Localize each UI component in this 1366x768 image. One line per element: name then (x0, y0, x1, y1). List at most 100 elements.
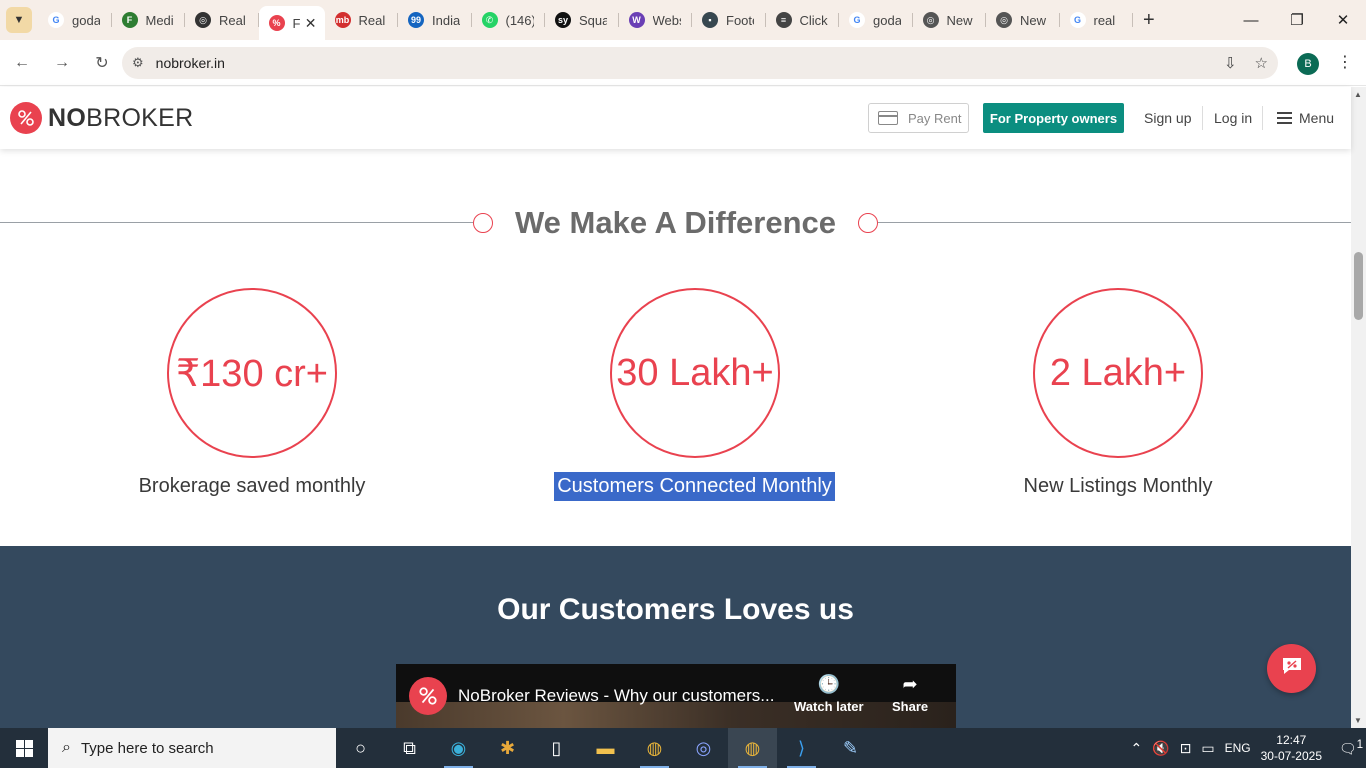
slack-icon[interactable]: ✱ (483, 728, 532, 768)
reload-button[interactable]: ↻ (84, 53, 120, 73)
site-info-icon[interactable]: ⚙ (132, 55, 144, 71)
app-launcher-icon[interactable]: ◎ (679, 728, 728, 768)
profile-avatar[interactable]: B (1297, 53, 1319, 75)
share-button[interactable]: ➦ Share (892, 674, 928, 714)
reviews-section: Our Customers Loves us NoBroker Reviews … (0, 546, 1351, 728)
tab-title: Foote (726, 12, 754, 28)
scrollbar-thumb[interactable] (1354, 252, 1363, 320)
network-icon[interactable]: ▭ (1201, 740, 1214, 757)
header-divider (1262, 106, 1263, 130)
chrome-icon[interactable]: ◍ (630, 728, 679, 768)
browser-tab[interactable]: Ggoda (38, 4, 112, 36)
hamburger-menu-icon[interactable] (1277, 112, 1292, 124)
tab-favicon-icon: ◎ (996, 12, 1012, 28)
chrome-profile-icon[interactable]: ◍ (728, 728, 777, 768)
task-view-icon[interactable]: ⧉ (385, 728, 434, 768)
notification-center-icon[interactable]: 🗨1 (1336, 738, 1366, 758)
browser-tab[interactable]: F Medi (112, 4, 186, 36)
url-text[interactable]: nobroker.in (156, 55, 225, 71)
start-button[interactable] (0, 728, 48, 768)
scroll-down-arrow-icon[interactable]: ▼ (1354, 716, 1362, 725)
tab-title: New (1020, 12, 1047, 28)
for-property-owners-button[interactable]: For Property owners (983, 103, 1124, 133)
credit-card-icon (878, 111, 898, 125)
watch-later-label: Watch later (794, 699, 864, 714)
tab-title: Webs (652, 12, 681, 28)
video-title[interactable]: NoBroker Reviews - Why our customers... (458, 686, 774, 706)
close-tab-icon[interactable]: ✕ (305, 15, 317, 32)
speaker-muted-icon[interactable]: 🔇 (1152, 740, 1169, 757)
notification-count: 1 (1356, 738, 1364, 752)
tab-search-button[interactable]: ▼ (6, 7, 32, 33)
page-scrollbar[interactable]: ▲ ▼ (1351, 87, 1366, 728)
browser-menu-icon[interactable]: ⋮ (1337, 52, 1353, 72)
paint-icon[interactable]: ✎ (826, 728, 875, 768)
cortana-icon[interactable]: ○ (336, 728, 385, 768)
edge-browser-icon[interactable]: ◉ (434, 728, 483, 768)
chat-icon (1280, 655, 1304, 682)
header-divider (1202, 106, 1203, 130)
browser-tab[interactable]: 99 India (398, 4, 472, 36)
browser-tab[interactable]: ◎ Real (185, 4, 259, 36)
minimize-button[interactable]: — (1228, 0, 1274, 40)
tab-favicon-icon: 99 (408, 12, 424, 28)
browser-tab[interactable]: Ggoda (839, 4, 913, 36)
youtube-video-embed[interactable]: NoBroker Reviews - Why our customers... … (396, 664, 956, 728)
tab-favicon-icon: ◎ (922, 12, 939, 28)
browser-tab[interactable]: % F ✕ (258, 6, 325, 40)
stat-value-circle: 30 Lakh+ (610, 288, 780, 458)
forward-button[interactable]: → (44, 54, 80, 72)
menu-link[interactable]: Menu (1299, 110, 1334, 126)
browser-tab[interactable]: W Webs (619, 4, 693, 36)
browser-tab[interactable]: mb Real (325, 4, 399, 36)
browser-tab[interactable]: ▪ Foote (692, 4, 766, 36)
nobroker-logo[interactable]: NOBROKER (10, 102, 194, 134)
back-button[interactable]: ← (4, 54, 40, 72)
tab-favicon-icon: ≡ (775, 12, 792, 28)
file-explorer-icon[interactable]: ▬ (581, 728, 630, 768)
language-indicator[interactable]: ENG (1225, 741, 1251, 755)
tab-favicon-icon: W (628, 12, 645, 28)
stat-value-circle: ₹130 cr+ (167, 288, 337, 458)
tab-list: Ggoda F Medi ◎ Real % F ✕ mb Real 99 India ✆ (146) sy S… (38, 0, 1133, 40)
tab-favicon-icon: ◎ (195, 12, 211, 28)
install-app-icon[interactable]: ⇩ (1224, 54, 1237, 72)
watch-later-button[interactable]: 🕒 Watch later (794, 674, 864, 714)
share-label: Share (892, 699, 929, 714)
pay-rent-button[interactable]: Pay Rent (868, 103, 969, 133)
show-hidden-icons-icon[interactable]: ⌃ (1130, 740, 1142, 757)
address-bar[interactable]: ⚙ nobroker.in ⇩ ☆ (122, 47, 1278, 79)
browser-tab[interactable]: ≡ Click (766, 4, 840, 36)
sign-up-link[interactable]: Sign up (1144, 110, 1191, 126)
log-in-link[interactable]: Log in (1214, 110, 1252, 126)
taskbar-search-placeholder: Type here to search (80, 739, 214, 757)
browser-tab[interactable]: ◎ New (913, 4, 987, 36)
notepad-icon[interactable]: ▯ (532, 728, 581, 768)
chat-support-button[interactable] (1267, 644, 1316, 693)
camera-icon[interactable]: ⊡ (1180, 740, 1192, 757)
browser-tab[interactable]: sy Squa (545, 4, 619, 36)
tab-favicon-icon: G (48, 12, 64, 28)
new-tab-button[interactable]: + (1143, 9, 1155, 32)
restore-button[interactable]: ❐ (1274, 0, 1320, 40)
stat-label: New Listings Monthly (1023, 475, 1213, 497)
logo-mark-icon (10, 102, 42, 134)
stat-label-selected: Customers Connected Monthly (554, 472, 835, 501)
stat-value-circle: 2 Lakh+ (1033, 288, 1203, 458)
tab-title: Squa (579, 12, 607, 28)
clock-date: 30-07-2025 (1260, 749, 1322, 763)
browser-tab[interactable]: ◎ New (986, 4, 1060, 36)
taskbar-clock[interactable]: 12:47 30-07-2025 (1261, 732, 1322, 764)
vscode-icon[interactable]: ⟩ (777, 728, 826, 768)
tab-favicon-icon: sy (555, 12, 571, 28)
taskbar-search[interactable]: ⌕ Type here to search (48, 728, 336, 768)
tab-favicon-icon: % (268, 15, 285, 31)
scroll-up-arrow-icon[interactable]: ▲ (1354, 90, 1362, 99)
search-icon: ⌕ (62, 739, 71, 756)
browser-tab[interactable]: Greal (1060, 4, 1134, 36)
browser-tab[interactable]: ✆ (146) (472, 4, 546, 36)
bookmark-star-icon[interactable]: ☆ (1255, 54, 1268, 72)
close-window-button[interactable]: ✕ (1320, 0, 1366, 40)
channel-avatar[interactable] (409, 677, 447, 715)
stats-section: We Make A Difference ₹130 cr+ Brokerage … (0, 149, 1351, 546)
